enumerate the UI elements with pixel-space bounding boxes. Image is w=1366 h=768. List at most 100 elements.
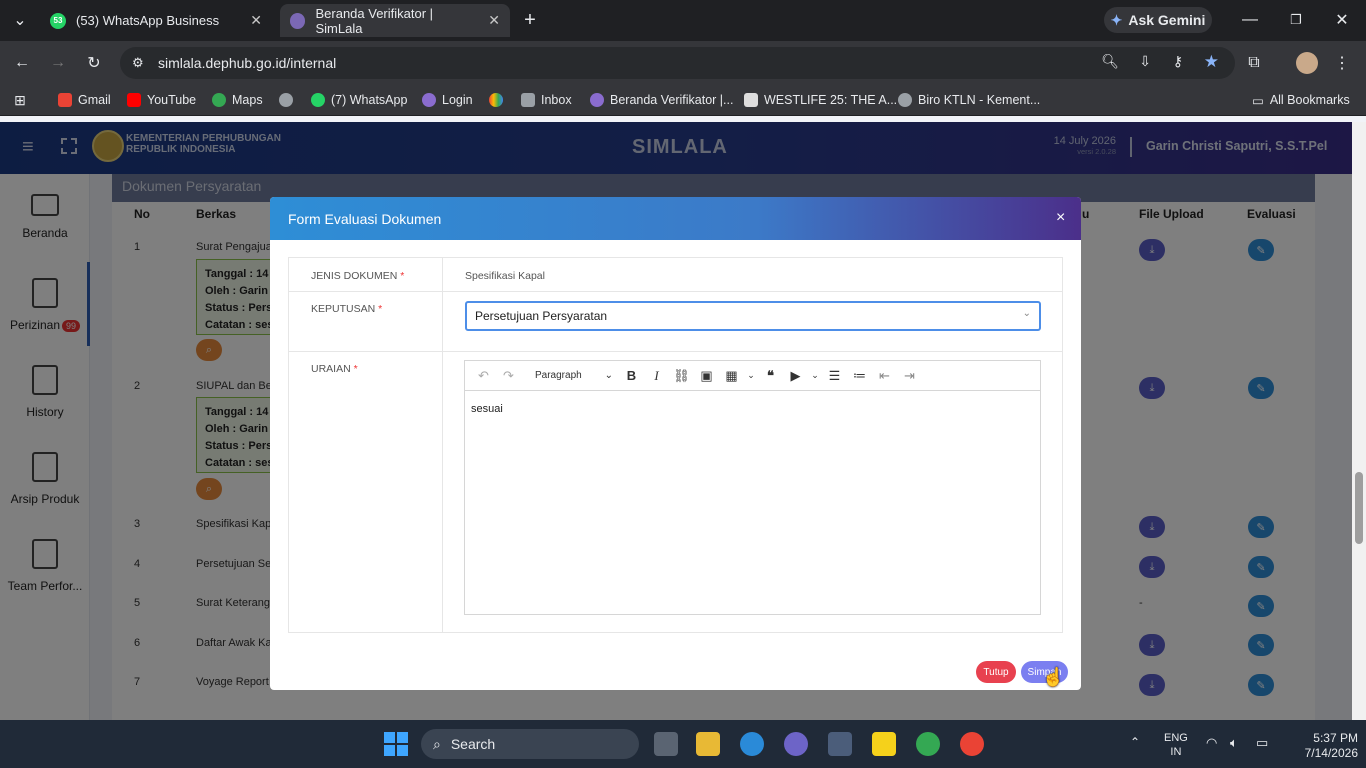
simlala-icon <box>422 93 436 107</box>
new-tab-button[interactable]: + <box>518 8 542 32</box>
bulleted-list-icon[interactable]: ☰ <box>822 364 847 388</box>
paragraph-dropdown[interactable]: Paragraph ⌄ <box>521 370 619 381</box>
forward-icon[interactable]: → <box>46 51 70 75</box>
install-icon[interactable]: ⇩ <box>1139 53 1151 70</box>
photos-icon <box>489 93 503 107</box>
bookmark-star-icon[interactable]: ★ <box>1204 52 1219 72</box>
globe-icon <box>279 93 293 107</box>
gemini-icon: ✦ <box>1110 11 1123 28</box>
app-icon[interactable] <box>784 732 808 756</box>
profile-avatar[interactable] <box>1296 52 1318 74</box>
undo-icon[interactable]: ↶ <box>471 364 496 388</box>
taskbar-search[interactable]: ⌕ Search <box>421 729 639 759</box>
whatsapp-icon <box>311 93 325 107</box>
wifi-icon[interactable]: ◠ <box>1206 735 1217 751</box>
bookmark-login[interactable]: Login <box>422 89 473 111</box>
sticky-notes-icon[interactable] <box>872 732 896 756</box>
close-tab-icon[interactable]: ✕ <box>488 12 500 29</box>
all-bookmarks[interactable]: ▭ All Bookmarks <box>1252 89 1350 111</box>
file-explorer-icon[interactable] <box>696 732 720 756</box>
page-scrollbar[interactable] <box>1352 122 1366 720</box>
bookmark-photos[interactable] <box>489 89 503 111</box>
bookmark-biro-ktln[interactable]: Biro KTLN - Kement... <box>898 89 1040 111</box>
restore-icon[interactable]: ❐ <box>1284 8 1308 32</box>
menu-icon[interactable]: ⋮ <box>1330 51 1354 75</box>
camera-icon[interactable] <box>828 732 852 756</box>
clock[interactable]: 5:37 PM 7/14/2026 <box>1288 731 1358 761</box>
back-icon[interactable]: ← <box>10 51 34 75</box>
table-icon[interactable]: ▦ <box>719 364 744 388</box>
ask-gemini-button[interactable]: ✦ Ask Gemini <box>1104 7 1212 33</box>
keputusan-select[interactable]: Persetujuan Persyaratan ⌄ <box>465 301 1041 331</box>
apps-grid-icon[interactable]: ⊞ <box>8 88 32 112</box>
chrome-icon[interactable] <box>916 732 940 756</box>
chevron-down-icon: ⌄ <box>1022 308 1031 319</box>
tab-label: (53) WhatsApp Business <box>76 13 220 28</box>
modal-close-icon[interactable]: × <box>1056 209 1065 227</box>
bookmark-beranda[interactable]: Beranda Verifikator |... <box>590 89 733 111</box>
outdent-icon[interactable]: ⇤ <box>872 364 897 388</box>
tutup-button[interactable]: Tutup <box>976 661 1016 683</box>
tab-whatsapp[interactable]: 53 (53) WhatsApp Business ✕ <box>40 4 272 37</box>
zoom-icon[interactable]: 🔍︎ <box>1101 53 1119 70</box>
bookmark-whatsapp[interactable]: (7) WhatsApp <box>311 89 407 111</box>
chevron-down-icon[interactable]: ⌄ <box>808 364 822 388</box>
chrome-profile-icon[interactable] <box>960 732 984 756</box>
youtube-icon <box>127 93 141 107</box>
insert-image-icon[interactable]: ▣ <box>694 364 719 388</box>
close-tab-icon[interactable]: ✕ <box>250 12 262 29</box>
redo-icon[interactable]: ↷ <box>496 364 521 388</box>
password-key-icon[interactable]: ⚷ <box>1173 53 1183 70</box>
media-embed-icon[interactable]: ▶ <box>783 364 808 388</box>
address-bar[interactable]: ⚙ simlala.dephub.go.id/internal 🔍︎ ⇩ ⚷ ★ <box>120 47 1235 79</box>
modal-header: Form Evaluasi Dokumen <box>270 197 1081 240</box>
tray-chevron-icon[interactable]: ⌃ <box>1130 735 1140 749</box>
language-indicator[interactable]: ENG IN <box>1164 731 1188 759</box>
inbox-icon <box>521 93 535 107</box>
scrollbar-thumb[interactable] <box>1355 472 1363 544</box>
tab-simlala[interactable]: Beranda Verifikator | SimLala ✕ <box>280 4 510 37</box>
bookmark-gmail[interactable]: Gmail <box>58 89 111 111</box>
search-icon: ⌕ <box>433 735 441 752</box>
keputusan-label: KEPUTUSAN * <box>311 303 383 315</box>
link-icon[interactable]: ⛓ <box>669 364 694 388</box>
site-info-icon[interactable]: ⚙ <box>132 55 144 71</box>
indent-icon[interactable]: ⇥ <box>897 364 922 388</box>
mouse-cursor-icon: ☝ <box>1042 667 1065 687</box>
chevron-down-icon[interactable]: ⌄ <box>744 364 758 388</box>
rich-text-editor: ↶ ↷ Paragraph ⌄ B I ⛓ ▣ ▦ ⌄ ❝ ▶ ⌄ ☰ ≔ ⇤ ⇥… <box>464 360 1041 615</box>
url-text: simlala.dephub.go.id/internal <box>158 55 337 71</box>
battery-icon[interactable]: ▭ <box>1256 735 1268 751</box>
windows-start-icon[interactable] <box>384 732 408 756</box>
page-icon <box>744 93 758 107</box>
jenis-dokumen-label: JENIS DOKUMEN * <box>311 270 405 282</box>
reload-icon[interactable]: ↻ <box>82 51 106 75</box>
italic-icon[interactable]: I <box>644 364 669 388</box>
task-view-icon[interactable] <box>654 732 678 756</box>
windows-taskbar <box>0 720 1366 768</box>
form-divider <box>289 291 1062 292</box>
form-divider <box>289 351 1062 352</box>
evaluation-modal: Form Evaluasi Dokumen × JENIS DOKUMEN * … <box>270 197 1081 690</box>
jenis-dokumen-value: Spesifikasi Kapal <box>465 270 545 282</box>
close-window-icon[interactable]: ✕ <box>1330 8 1354 32</box>
bold-icon[interactable]: B <box>619 364 644 388</box>
minimize-icon[interactable]: — <box>1238 8 1262 32</box>
bookmark-maps[interactable]: Maps <box>212 89 263 111</box>
tab-label: Beranda Verifikator | SimLala <box>315 5 434 36</box>
maps-icon <box>212 93 226 107</box>
bookmark-globe[interactable] <box>279 89 293 111</box>
numbered-list-icon[interactable]: ≔ <box>847 364 872 388</box>
folder-icon: ▭ <box>1252 93 1264 108</box>
bookmark-youtube[interactable]: YouTube <box>127 89 196 111</box>
uraian-text[interactable]: sesuai <box>471 403 503 415</box>
blockquote-icon[interactable]: ❝ <box>758 364 783 388</box>
extensions-icon[interactable]: ⧉ <box>1242 51 1266 75</box>
whatsapp-icon: 53 <box>50 12 66 29</box>
volume-icon[interactable]: 🔈︎ <box>1230 735 1238 751</box>
simlala-favicon-icon <box>290 12 306 29</box>
edge-icon[interactable] <box>740 732 764 756</box>
tab-search-icon[interactable]: ⌄ <box>8 8 32 32</box>
bookmark-westlife[interactable]: WESTLIFE 25: THE A... <box>744 89 897 111</box>
bookmark-inbox[interactable]: Inbox <box>521 89 572 111</box>
